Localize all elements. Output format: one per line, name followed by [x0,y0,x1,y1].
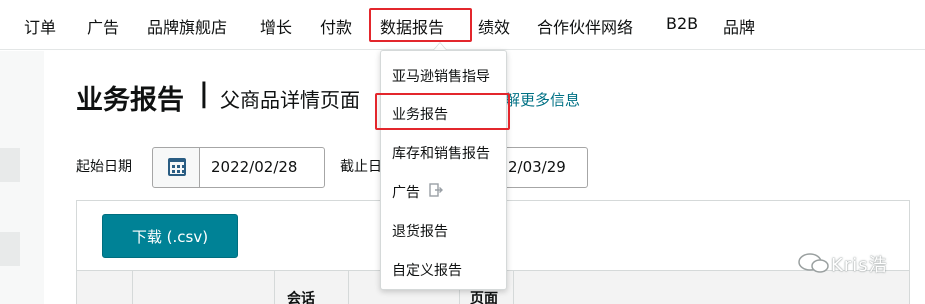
table-column-divider [513,270,514,304]
title-separator: | [199,78,209,109]
nav-brand-store[interactable]: 品牌旗舰店 [147,14,227,38]
nav-orders[interactable]: 订单 [24,14,56,38]
menu-item-selling-coach[interactable]: 亚马逊销售指导 [392,66,490,86]
nav-partner-network[interactable]: 合作伙伴网络 [537,14,633,38]
calendar-button[interactable] [152,147,200,188]
nav-brand[interactable]: 品牌 [723,14,755,38]
watermark-text: Kris浩 [831,255,888,276]
page-title: 业务报告 [76,85,184,116]
download-csv-button[interactable]: 下载 (.csv) [102,214,238,258]
nav-performance[interactable]: 绩效 [478,14,510,38]
learn-more-link[interactable]: 解更多信息 [505,89,580,110]
menu-item-returns-reports[interactable]: 退货报告 [392,221,448,241]
end-date-value: 2/03/29 [508,158,566,176]
dropdown-caret-inner [434,43,446,50]
menu-item-inventory-sales-reports[interactable]: 库存和销售报告 [392,143,490,163]
table-column-divider [132,270,133,304]
column-header-page[interactable]: 页面 [470,288,498,304]
start-date-label: 起始日期 [76,159,132,175]
external-link-icon [429,183,443,197]
reports-dropdown-menu [380,50,507,290]
nav-growth[interactable]: 增长 [260,14,292,38]
column-header-sessions[interactable]: 会话 [287,288,315,304]
nav-advertising[interactable]: 广告 [87,14,119,38]
page-subtitle: 父商品详情页面 [220,88,360,112]
top-navigation: 订单 广告 品牌旗舰店 增长 付款 数据报告 绩效 合作伙伴网络 B2B 品牌 [0,0,925,50]
left-sidebar [0,51,44,304]
sidebar-stub[interactable] [0,148,20,182]
table-column-divider [348,270,349,304]
end-date-label: 截止日 [340,159,382,175]
menu-item-custom-reports[interactable]: 自定义报告 [392,260,462,280]
business-reports-highlight-box [375,93,510,130]
start-date-value: 2022/02/28 [211,158,298,176]
nav-payments[interactable]: 付款 [320,14,352,38]
calendar-icon [168,158,186,176]
nav-b2b[interactable]: B2B [666,14,698,33]
sidebar-stub[interactable] [0,232,20,266]
amazon-seller-central-page: 订单 广告 品牌旗舰店 增长 付款 数据报告 绩效 合作伙伴网络 B2B 品牌 … [0,0,925,304]
menu-item-advertising[interactable]: 广告 [392,182,420,202]
reports-highlight-box [369,8,472,42]
table-column-divider [274,270,275,304]
